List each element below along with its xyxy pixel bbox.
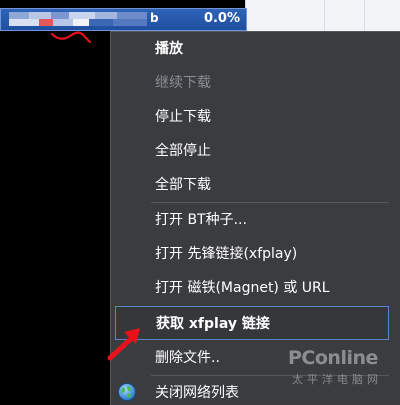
menu-item-resume-download: 继续下载	[155, 75, 211, 91]
menu-item-open-magnet-or-url[interactable]: 打开 磁铁(Magnet) 或 URL	[111, 271, 391, 305]
watermark-subtitle: 太平洋电脑网	[292, 373, 382, 386]
menu-item-download-all[interactable]: 全部下载	[111, 168, 391, 202]
task-progress: 0.0%	[203, 11, 240, 26]
screenshot: b 0.0% 播放 继续下载 停止下载 全部停止 全部下载 打开 BT种子...…	[0, 0, 400, 405]
menu-item-open-bt-torrent[interactable]: 打开 BT种子...	[111, 203, 391, 237]
globe-icon	[118, 383, 136, 401]
red-underline-annotation	[50, 31, 92, 44]
selected-task-row[interactable]: b 0.0%	[0, 8, 247, 31]
background-window	[245, 0, 400, 32]
red-arrow-annotation	[107, 328, 140, 361]
menu-item-stop-all[interactable]: 全部停止	[111, 134, 391, 168]
menu-item-stop-download[interactable]: 停止下载	[111, 100, 391, 134]
menu-item-get-xfplay-link[interactable]: 获取 xfplay 链接	[115, 306, 389, 340]
task-name-pixelated	[9, 12, 149, 27]
menu-item-play[interactable]: 播放	[111, 32, 391, 66]
watermark-brand: PConline	[288, 347, 378, 369]
pconline-watermark: PConline 太平洋电脑网	[288, 347, 398, 386]
task-name-suffix: b	[150, 11, 159, 25]
menu-item-label: 关闭网络列表	[155, 385, 239, 401]
menu-item-open-xfplay-link[interactable]: 打开 先锋链接(xfplay)	[111, 237, 391, 271]
